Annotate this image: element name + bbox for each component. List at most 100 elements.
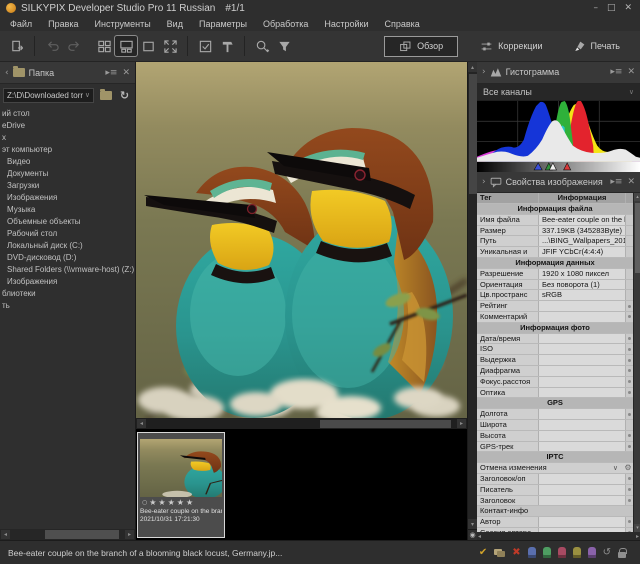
redo-button[interactable] <box>63 36 85 56</box>
copy-icon[interactable] <box>494 549 505 557</box>
photo-preview[interactable] <box>136 62 467 418</box>
check-icon[interactable]: ✔ <box>479 547 487 559</box>
edit-value-button[interactable] <box>625 301 633 311</box>
preview-vscrollbar[interactable]: ▴ ▾ ◉ <box>467 62 477 540</box>
gear-icon[interactable]: ⚙ <box>623 463 633 473</box>
maximize-button[interactable]: □ <box>607 3 616 13</box>
edit-value-button[interactable] <box>625 431 633 441</box>
folder-tree-item[interactable]: x <box>0 132 135 144</box>
display-settings-button[interactable] <box>194 36 216 56</box>
mode-print-button[interactable]: Печать <box>565 37 628 56</box>
window-title: SILKYPIX Developer Studio Pro 11 Russian <box>21 3 215 14</box>
loupe-button[interactable] <box>251 36 273 56</box>
menu-item[interactable]: Обработка <box>263 19 308 29</box>
folder-hscrollbar[interactable]: ◂ ▸ <box>0 529 135 540</box>
folder-tree-item[interactable]: Документы <box>0 168 135 180</box>
new-folder-button[interactable] <box>98 88 113 102</box>
folder-tree-item[interactable]: ть <box>0 300 135 312</box>
folder-tree-item[interactable]: Видео <box>0 156 135 168</box>
thumbnail-rating[interactable]: ○★★★★★ <box>140 497 222 508</box>
mode-browse-button[interactable]: Обзор <box>384 36 458 57</box>
folder-tree-item[interactable]: DVD-дисковод (D:) <box>0 252 135 264</box>
panel-close-icon[interactable]: ✕ <box>122 68 130 78</box>
edit-value-button[interactable] <box>625 377 633 387</box>
menu-item[interactable]: Справка <box>385 19 420 29</box>
folder-tree-item[interactable]: Объемные объекты <box>0 216 135 228</box>
properties-hscrollbar[interactable]: ◂ ▸ <box>477 532 640 540</box>
channel-selector[interactable]: Все каналы ∨ <box>477 84 640 101</box>
properties-vscrollbar[interactable]: ▴ ▾ <box>633 193 640 532</box>
tool-hammer-button[interactable] <box>216 36 238 56</box>
folder-panel-title: Папка <box>29 68 55 78</box>
menu-item[interactable]: Правка <box>48 19 78 29</box>
panel-close-icon[interactable]: ✕ <box>627 67 635 77</box>
edit-value-button[interactable] <box>625 442 633 452</box>
reject-icon[interactable]: ✖ <box>512 547 520 559</box>
combination-view-button[interactable] <box>115 36 137 56</box>
folder-tree-item[interactable]: Shared Folders (\\vmware-host) (Z:) <box>0 264 135 276</box>
menu-item[interactable]: Файл <box>10 19 32 29</box>
panel-close-icon[interactable]: ✕ <box>627 177 635 187</box>
edit-value-button[interactable] <box>625 312 633 322</box>
edit-value-button[interactable] <box>625 517 633 527</box>
panel-menu-icon[interactable]: ▸≡ <box>610 67 622 77</box>
rating-star-icon[interactable]: ★ <box>149 498 156 507</box>
single-view-button[interactable] <box>137 36 159 56</box>
marker-green-icon[interactable] <box>543 547 551 558</box>
export-button[interactable] <box>6 36 28 56</box>
folder-tree-item[interactable]: Изображения <box>0 192 135 204</box>
folder-tree-item[interactable]: Изображения <box>0 276 135 288</box>
menu-item[interactable]: Настройки <box>324 19 368 29</box>
folder-path-select[interactable]: Z:\D\Downloaded torr ∨ <box>3 88 94 103</box>
marker-red-icon[interactable] <box>558 547 566 558</box>
edit-value-button[interactable] <box>625 334 633 344</box>
rating-zero-icon[interactable]: ○ <box>142 499 147 506</box>
minimize-button[interactable]: – <box>593 3 598 13</box>
menu-item[interactable]: Вид <box>167 19 183 29</box>
lock-icon[interactable] <box>618 552 626 558</box>
edit-value-button[interactable] <box>625 485 633 495</box>
preview-hscrollbar[interactable]: ◂ ▸ <box>136 418 467 429</box>
rating-star-icon[interactable]: ★ <box>158 498 165 507</box>
scroll-right-icon: ▸ <box>636 533 639 540</box>
edit-value-button[interactable] <box>625 366 633 376</box>
fullscreen-view-button[interactable] <box>159 36 181 56</box>
filter-button[interactable] <box>273 36 295 56</box>
expand-icon[interactable]: › <box>482 177 486 187</box>
thumbnail-selected[interactable]: ○★★★★★ Bee-eater couple on the branc 202… <box>137 432 225 538</box>
grid-view-button[interactable] <box>93 36 115 56</box>
back-icon[interactable]: ‹ <box>5 68 9 78</box>
marker-purple-icon[interactable] <box>588 547 596 558</box>
folder-tree-item[interactable]: эт компьютер <box>0 144 135 156</box>
edit-value-button[interactable] <box>625 409 633 419</box>
edit-value-button[interactable] <box>625 388 633 398</box>
edit-value-button[interactable] <box>625 474 633 484</box>
folder-tree-item[interactable]: Музыка <box>0 204 135 216</box>
marker-yellow-icon[interactable] <box>573 547 581 558</box>
edit-value-button[interactable] <box>625 344 633 354</box>
menu-item[interactable]: Инструменты <box>95 19 151 29</box>
folder-tree-item[interactable]: Рабочий стол <box>0 228 135 240</box>
folder-tree-item[interactable]: ий стол <box>0 108 135 120</box>
panel-menu-icon[interactable]: ▸≡ <box>610 177 622 187</box>
refresh-button[interactable]: ↻ <box>117 88 132 102</box>
mode-corrections-button[interactable]: Коррекции <box>472 37 550 56</box>
rating-star-icon[interactable]: ★ <box>186 498 193 507</box>
expand-icon[interactable]: › <box>482 67 486 77</box>
close-button[interactable]: ✕ <box>624 3 632 13</box>
marker-blue-icon[interactable] <box>528 547 536 558</box>
edit-value-button[interactable] <box>625 355 633 365</box>
rating-star-icon[interactable]: ★ <box>168 498 175 507</box>
undo-icon[interactable]: ↺ <box>603 547 611 559</box>
menu-item[interactable]: Параметры <box>199 19 247 29</box>
undo-button[interactable] <box>41 36 63 56</box>
panel-menu-icon[interactable]: ▸≡ <box>105 68 117 78</box>
folder-tree-item[interactable]: eDrive <box>0 120 135 132</box>
edit-value-button[interactable] <box>625 496 633 506</box>
navigator-button[interactable]: ◉ <box>468 529 477 540</box>
folder-tree-item[interactable]: Загрузки <box>0 180 135 192</box>
rating-star-icon[interactable]: ★ <box>177 498 184 507</box>
iptc-undo-combo[interactable]: Отмена изменения∨⚙ <box>477 463 633 474</box>
folder-tree-item[interactable]: блиотеки <box>0 288 135 300</box>
folder-tree-item[interactable]: Локальный диск (C:) <box>0 240 135 252</box>
